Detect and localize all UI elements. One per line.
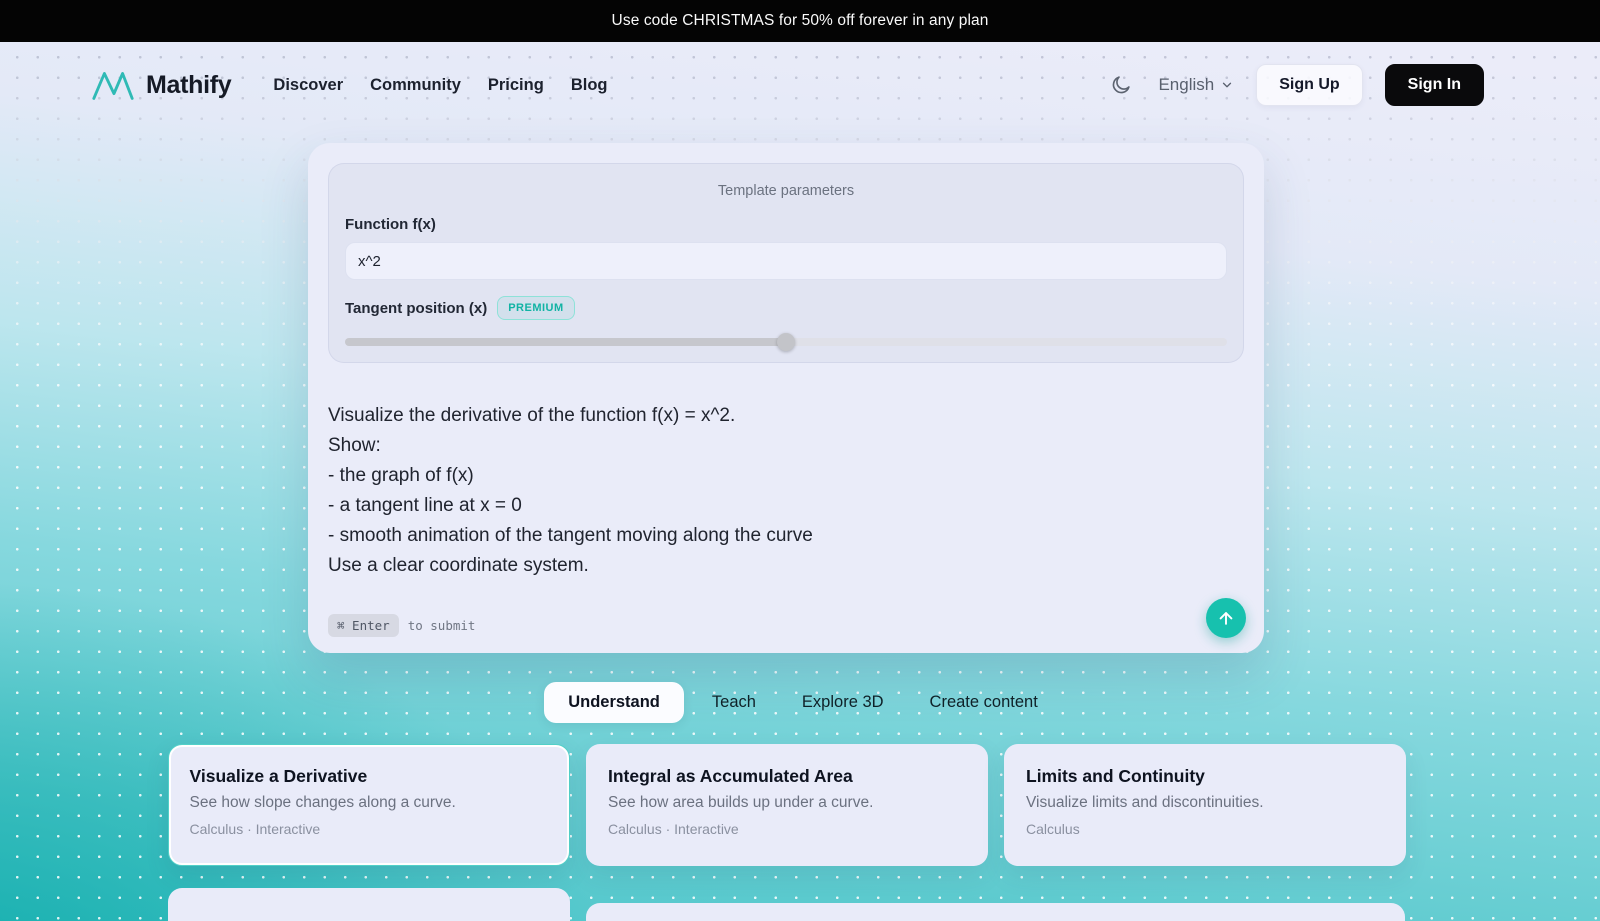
tab-create-content[interactable]: Create content <box>912 682 1056 723</box>
brand-logo[interactable]: Mathify <box>90 67 231 103</box>
premium-badge: PREMIUM <box>497 296 574 320</box>
card-description: Visualize limits and discontinuities. <box>1026 794 1384 812</box>
cmd-enter-chip: ⌘ Enter <box>328 614 399 637</box>
template-card-limits-continuity[interactable]: Limits and Continuity Visualize limits a… <box>1004 744 1406 866</box>
nav-item-blog[interactable]: Blog <box>571 76 608 95</box>
chevron-down-icon <box>1220 78 1234 92</box>
category-tabs: Understand Teach Explore 3D Create conte… <box>0 682 1600 723</box>
submit-hint-text: to submit <box>408 618 476 633</box>
card-description: See how area builds up under a curve. <box>608 794 966 812</box>
template-parameters-panel: Template parameters Function f(x) Tangen… <box>328 163 1244 363</box>
promo-banner: Use code CHRISTMAS for 50% off forever i… <box>0 0 1600 42</box>
submit-hint: ⌘ Enter to submit <box>328 614 475 637</box>
card-title: Limits and Continuity <box>1026 766 1384 787</box>
template-card-row: Visualize a Derivative See how slope cha… <box>168 744 1406 866</box>
prompt-line: - a tangent line at x = 0 <box>328 491 1244 521</box>
card-description: See how slope changes along a curve. <box>190 794 549 812</box>
card-title: Visualize a Derivative <box>190 766 549 787</box>
function-field-label: Function f(x) <box>345 216 1227 233</box>
header-actions: English Sign Up Sign In <box>1106 64 1484 106</box>
promo-banner-text: Use code CHRISTMAS for 50% off forever i… <box>612 12 989 30</box>
nav-item-community[interactable]: Community <box>370 76 461 95</box>
template-card-partial-right[interactable] <box>586 903 1405 921</box>
sign-in-button[interactable]: Sign In <box>1385 64 1484 106</box>
card-meta: Calculus · Interactive <box>608 821 966 837</box>
theme-toggle-button[interactable] <box>1106 70 1136 100</box>
tab-understand[interactable]: Understand <box>544 682 684 723</box>
slider-fill <box>345 338 786 346</box>
main-nav: Discover Community Pricing Blog <box>273 76 607 95</box>
nav-item-pricing[interactable]: Pricing <box>488 76 544 95</box>
slider-thumb[interactable] <box>777 333 795 351</box>
prompt-line: - smooth animation of the tangent moving… <box>328 521 1244 551</box>
site-header: Mathify Discover Community Pricing Blog … <box>0 42 1600 128</box>
mathify-logo-icon <box>90 67 136 103</box>
sign-up-button[interactable]: Sign Up <box>1256 64 1362 106</box>
tangent-position-slider[interactable] <box>345 333 1227 351</box>
template-card-partial-left[interactable] <box>168 888 570 921</box>
language-selector[interactable]: English <box>1158 75 1234 95</box>
page-background: Use code CHRISTMAS for 50% off forever i… <box>0 0 1600 921</box>
function-input[interactable] <box>345 242 1227 280</box>
tangent-position-label: Tangent position (x) <box>345 300 487 317</box>
tab-teach[interactable]: Teach <box>694 682 774 723</box>
prompt-line: Use a clear coordinate system. <box>328 551 1244 581</box>
card-meta: Calculus · Interactive <box>190 821 549 837</box>
template-parameters-title: Template parameters <box>345 164 1227 199</box>
brand-name: Mathify <box>146 71 231 100</box>
submit-button[interactable] <box>1206 598 1246 638</box>
tangent-position-row: Tangent position (x) PREMIUM <box>345 296 1227 320</box>
tab-explore-3d[interactable]: Explore 3D <box>784 682 902 723</box>
moon-icon <box>1110 74 1132 96</box>
arrow-up-icon <box>1216 608 1236 628</box>
card-title: Integral as Accumulated Area <box>608 766 966 787</box>
card-meta: Calculus <box>1026 821 1384 837</box>
language-label: English <box>1158 75 1214 95</box>
template-card-integral-area[interactable]: Integral as Accumulated Area See how are… <box>586 744 988 866</box>
prompt-line: - the graph of f(x) <box>328 461 1244 491</box>
prompt-composer-card: Template parameters Function f(x) Tangen… <box>308 143 1264 653</box>
prompt-text[interactable]: Visualize the derivative of the function… <box>328 401 1244 581</box>
prompt-line: Show: <box>328 431 1244 461</box>
prompt-line: Visualize the derivative of the function… <box>328 401 1244 431</box>
nav-item-discover[interactable]: Discover <box>273 76 343 95</box>
template-card-visualize-derivative[interactable]: Visualize a Derivative See how slope cha… <box>168 744 570 866</box>
